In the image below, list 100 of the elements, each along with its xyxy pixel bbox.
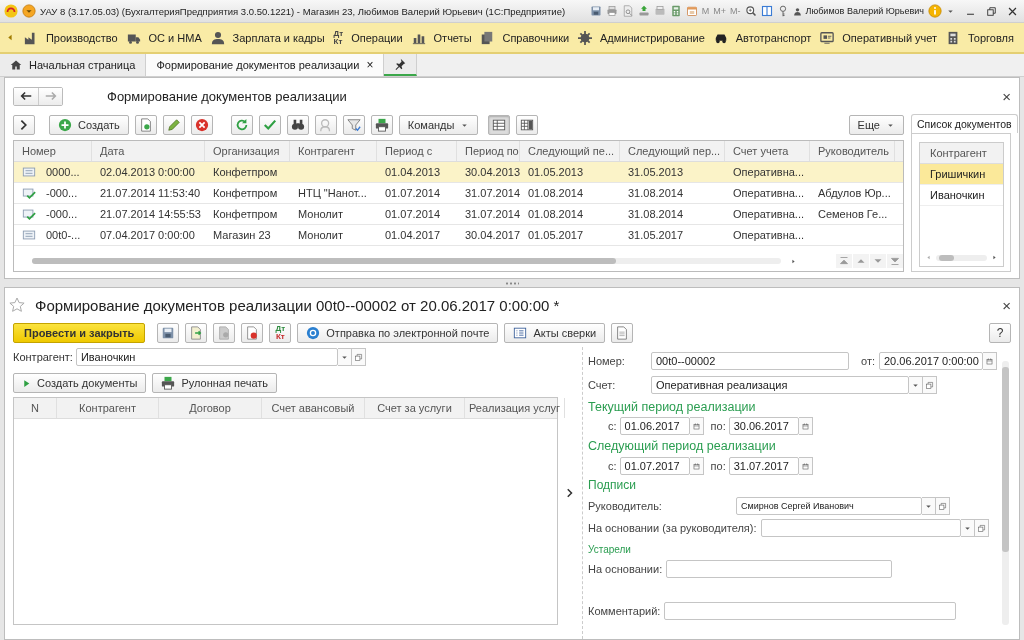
save-button[interactable] xyxy=(157,323,180,343)
post-and-close-button[interactable]: Провести и закрыть xyxy=(13,323,146,343)
column-header[interactable]: Счет авансовый xyxy=(262,398,365,418)
back-button[interactable] xyxy=(14,87,38,105)
section-link[interactable]: Автотранспорт xyxy=(735,31,812,44)
section-link[interactable]: Отчеты xyxy=(433,31,472,44)
contractor-field[interactable]: Иваночкин xyxy=(75,348,338,366)
column-header[interactable]: Организация xyxy=(205,141,290,161)
column-header[interactable]: Дата xyxy=(92,141,205,161)
copy-button[interactable] xyxy=(134,115,157,135)
create-documents-button[interactable]: Создать документы xyxy=(13,373,147,393)
date-to-field[interactable]: 30.06.2017 xyxy=(728,417,799,435)
menu-icon[interactable] xyxy=(22,4,36,18)
dropdown-button[interactable] xyxy=(909,376,923,394)
document-button[interactable] xyxy=(213,323,236,343)
date-from-field[interactable]: 01.07.2017 xyxy=(619,457,690,475)
user-name[interactable]: Любимов Валерий Юрьевич xyxy=(805,6,924,16)
column-header[interactable]: Контрагент xyxy=(920,143,1003,164)
section-link[interactable]: Справочники xyxy=(502,31,570,44)
basis-field[interactable] xyxy=(666,560,893,578)
column-view-button[interactable] xyxy=(516,115,539,135)
section-link[interactable]: Торговля xyxy=(968,31,1014,44)
calculator-icon[interactable] xyxy=(669,5,682,17)
roll-print-button[interactable]: Рулонная печать xyxy=(152,373,278,393)
preview-icon[interactable] xyxy=(621,5,634,17)
calendar-icon[interactable] xyxy=(685,5,698,17)
refresh-button[interactable] xyxy=(230,115,253,135)
section-link[interactable]: ОС и НМА xyxy=(148,31,202,44)
manager-field[interactable]: Смирнов Сергей Иванович xyxy=(736,497,922,515)
column-header[interactable]: Следующий пе... xyxy=(520,141,620,161)
search-button[interactable] xyxy=(314,115,337,135)
create-button[interactable]: Создать xyxy=(49,115,129,135)
column-header[interactable]: Период по xyxy=(457,141,520,161)
info-icon[interactable] xyxy=(928,4,942,18)
scroll-right-icon[interactable] xyxy=(990,253,999,262)
upload-icon[interactable] xyxy=(637,5,650,17)
tab[interactable]: Формирование документов реализации × xyxy=(146,54,385,76)
table-row[interactable]: -000... 21.07.2014 11:53:40 Конфетпром НТЦ "Нанот... 01.07.2014 31.07.2014 01.08.2014 31.08.2014 Оперативна... Абдулов Юр... xyxy=(14,183,903,204)
post-button[interactable] xyxy=(258,115,281,135)
section-link[interactable]: Операции xyxy=(351,31,403,44)
dropdown-button[interactable] xyxy=(922,497,936,515)
section-link[interactable]: Зарплата и кадры xyxy=(232,31,325,44)
filter-button[interactable] xyxy=(342,115,365,135)
help-button[interactable]: ? xyxy=(989,323,1011,343)
comment-field[interactable] xyxy=(664,602,957,620)
expand-button[interactable] xyxy=(13,115,35,135)
section-link[interactable]: Администрирование xyxy=(600,31,705,44)
column-header[interactable]: Договор xyxy=(159,398,262,418)
next-row-icon[interactable] xyxy=(870,254,886,268)
column-header[interactable]: Счет учета xyxy=(725,141,810,161)
restore-icon[interactable] xyxy=(986,5,997,17)
list-item[interactable]: Иваночкин xyxy=(920,185,1003,206)
column-header[interactable]: Реализация услуг xyxy=(465,398,566,418)
scroll-left-icon[interactable] xyxy=(6,33,15,42)
scanner-icon[interactable] xyxy=(653,5,666,17)
tab[interactable] xyxy=(384,54,418,76)
more-button[interactable]: Еще xyxy=(848,115,904,135)
list-item[interactable]: Гришичкин xyxy=(920,164,1003,185)
close-button[interactable]: × xyxy=(1002,87,1011,105)
table-row[interactable]: 00t0-... 07.04.2017 0:00:00 Магазин 23 Монолит 01.04.2017 30.04.2017 01.05.2017 31.05.2017 Оперативна... xyxy=(14,225,903,246)
previous-row-icon[interactable] xyxy=(853,254,869,268)
save-icon[interactable] xyxy=(589,5,602,17)
first-row-icon[interactable] xyxy=(836,254,852,268)
document-button[interactable] xyxy=(241,323,264,343)
list-view-button[interactable] xyxy=(488,115,511,135)
email-button[interactable]: Отправка по электронной почте xyxy=(297,323,499,343)
number-field[interactable]: 00t0--00002 xyxy=(651,352,849,370)
open-button[interactable] xyxy=(923,376,937,394)
table-row[interactable]: -000... 21.07.2014 14:55:53 Конфетпром Монолит 01.07.2014 31.07.2014 01.08.2014 31.08.2014 Оперативна... Семенов Ге... xyxy=(14,204,903,225)
column-header[interactable]: N xyxy=(14,398,57,418)
scroll-left-icon[interactable] xyxy=(924,253,933,262)
column-header[interactable]: Номер xyxy=(14,141,92,161)
print-button[interactable] xyxy=(370,115,393,135)
date-to-field[interactable]: 31.07.2017 xyxy=(728,457,799,475)
splitter-handle[interactable] xyxy=(505,281,519,285)
date-from-field[interactable]: 01.06.2017 xyxy=(619,417,690,435)
last-row-icon[interactable] xyxy=(887,254,903,268)
document-button[interactable] xyxy=(185,323,208,343)
column-header[interactable]: Контрагент xyxy=(290,141,377,161)
open-button[interactable] xyxy=(936,497,950,515)
tab[interactable]: Начальная страница xyxy=(0,54,147,76)
commands-button[interactable]: Команды xyxy=(398,115,479,135)
column-header[interactable]: Период с xyxy=(377,141,457,161)
vertical-scrollbar[interactable] xyxy=(1002,361,1009,625)
tab[interactable]: Список документов xyxy=(911,114,1018,133)
column-header[interactable]: Счет за услуги xyxy=(365,398,465,418)
document-button[interactable] xyxy=(611,323,634,343)
star-icon[interactable] xyxy=(9,297,25,313)
delete-button[interactable] xyxy=(190,115,213,135)
table-row[interactable]: 0000... 02.04.2013 0:00:00 Конфетпром 01.04.2013 30.04.2013 01.05.2013 31.05.2013 Оперативна... xyxy=(14,162,903,183)
edit-button[interactable] xyxy=(162,115,185,135)
column-header[interactable]: Следующий пер... xyxy=(620,141,725,161)
account-field[interactable]: Оперативная реализация xyxy=(651,376,909,394)
horizontal-scrollbar[interactable] xyxy=(32,258,781,264)
column-header[interactable]: Руководитель xyxy=(810,141,895,161)
panel-icon[interactable] xyxy=(760,5,773,17)
close-button[interactable]: × xyxy=(366,58,374,72)
section-link[interactable]: Оперативный учет xyxy=(842,31,938,44)
printer-icon[interactable] xyxy=(605,5,618,17)
column-header[interactable]: Контрагент xyxy=(57,398,159,418)
